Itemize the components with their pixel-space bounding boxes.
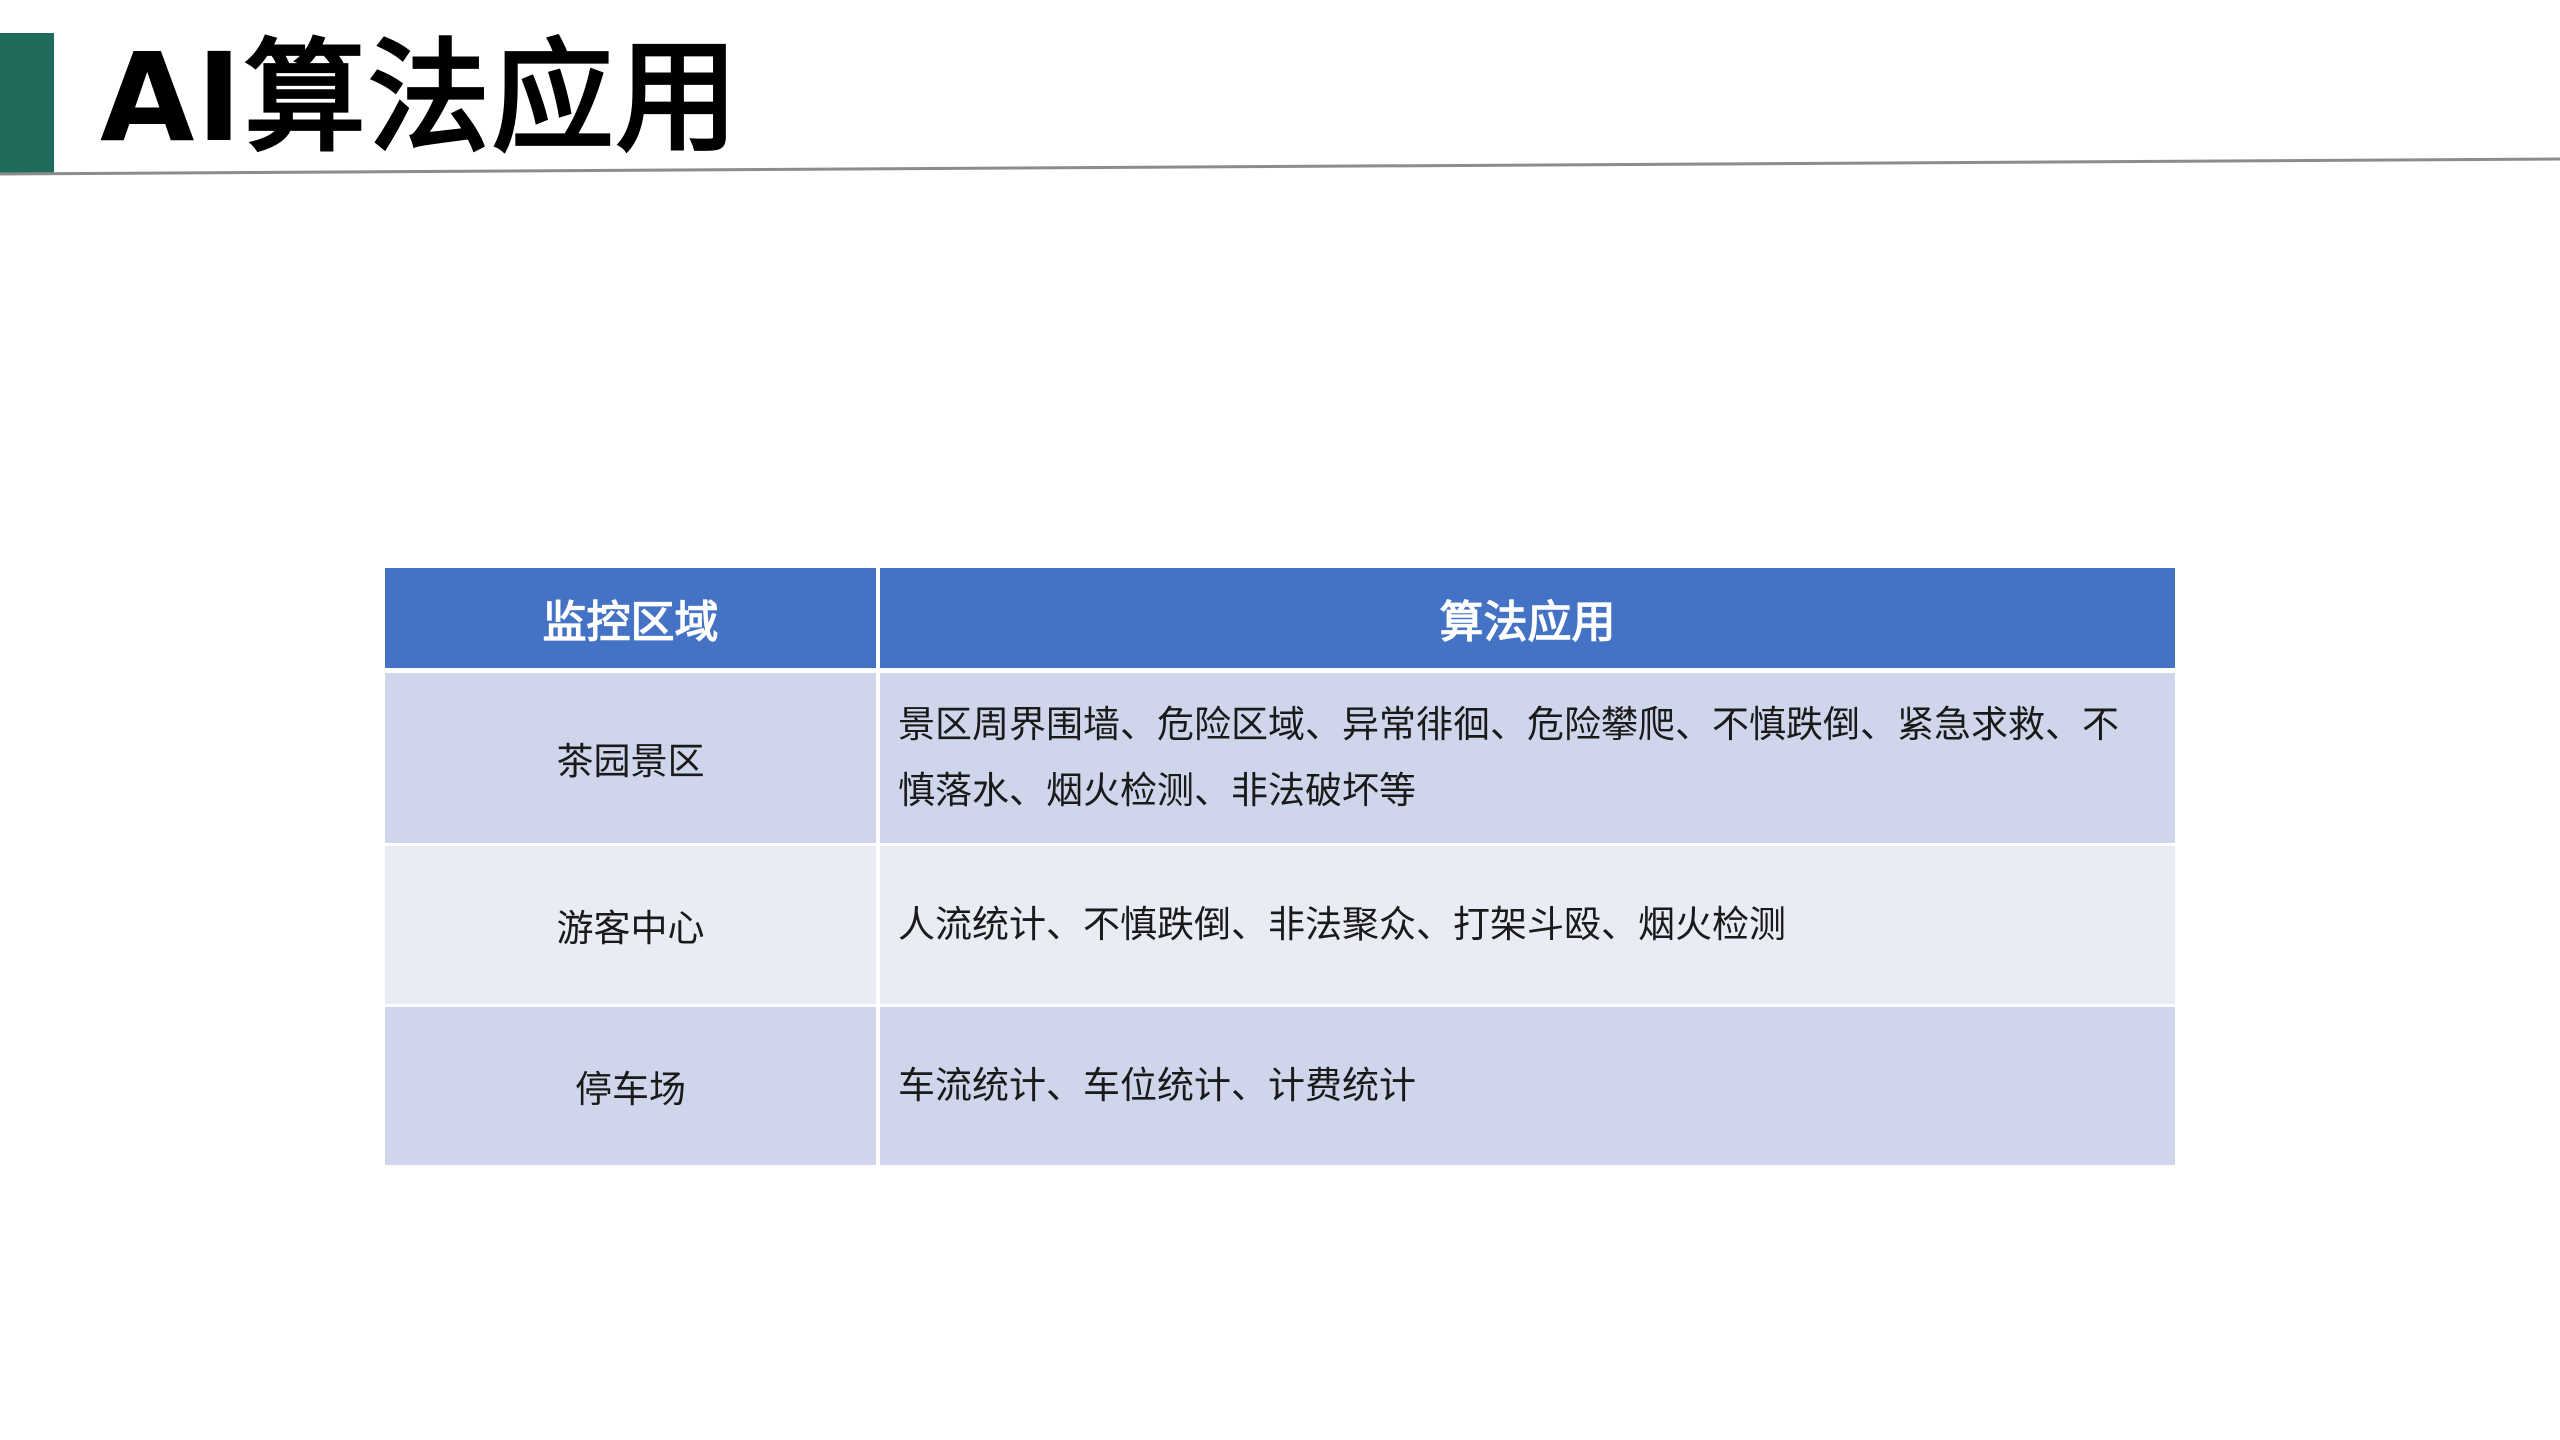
- table-header-row: 监控区域 算法应用: [385, 568, 2175, 673]
- cell-area: 停车场: [385, 1005, 880, 1168]
- table-row: 停车场 车流统计、车位统计、计费统计: [385, 1005, 2175, 1168]
- header-algorithm-application: 算法应用: [878, 568, 2175, 673]
- cell-algorithms: 人流统计、不慎跌倒、非法聚众、打架斗殴、烟火检测: [878, 844, 2175, 1007]
- cell-area: 游客中心: [385, 844, 880, 1007]
- cell-algorithms: 车流统计、车位统计、计费统计: [878, 1005, 2175, 1168]
- cell-algorithms: 景区周界围墙、危险区域、异常徘徊、危险攀爬、不慎跌倒、紧急求救、不慎落水、烟火检…: [878, 670, 2175, 846]
- title-divider-line: [0, 157, 2560, 176]
- table-row: 茶园景区 景区周界围墙、危险区域、异常徘徊、危险攀爬、不慎跌倒、紧急求救、不慎落…: [385, 670, 2175, 846]
- table-row: 游客中心 人流统计、不慎跌倒、非法聚众、打架斗殴、烟火检测: [385, 844, 2175, 1007]
- header-monitor-area: 监控区域: [385, 568, 880, 673]
- cell-area: 茶园景区: [385, 670, 880, 846]
- algorithm-table: 监控区域 算法应用 茶园景区 景区周界围墙、危险区域、异常徘徊、危险攀爬、不慎跌…: [385, 568, 2175, 1168]
